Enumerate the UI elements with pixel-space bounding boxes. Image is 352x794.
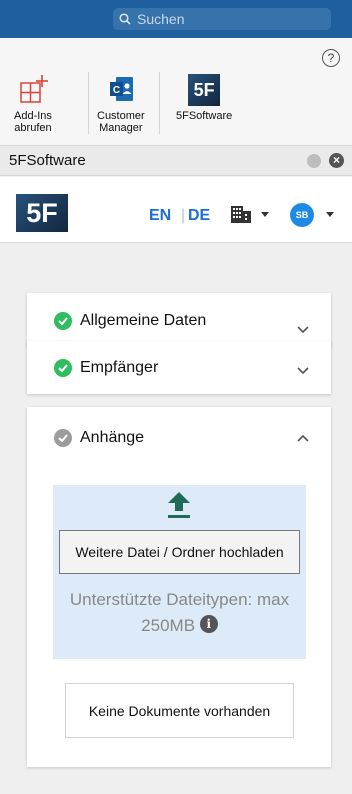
upload-icon bbox=[168, 492, 190, 518]
app-header: 5F EN | DE SB bbox=[0, 177, 352, 243]
customer-manager-label-1: Customer bbox=[97, 110, 145, 122]
pane-header: 5FSoftware × bbox=[0, 146, 352, 176]
info-icon[interactable]: i bbox=[199, 615, 218, 633]
section-title: Anhänge bbox=[80, 429, 145, 446]
check-circle-icon bbox=[54, 429, 72, 447]
supported-types-text: Unterstützte Dateitypen: max 250MB i bbox=[53, 587, 306, 639]
title-bar: Suchen bbox=[0, 0, 352, 38]
upload-dropzone[interactable]: Weitere Datei / Ordner hochladen Unterst… bbox=[53, 485, 306, 659]
upload-button[interactable]: Weitere Datei / Ordner hochladen bbox=[59, 530, 300, 574]
check-circle-icon bbox=[54, 358, 72, 377]
lang-separator: | bbox=[181, 207, 186, 224]
check-circle-icon bbox=[54, 311, 72, 330]
lang-de-link[interactable]: DE bbox=[188, 207, 210, 225]
help-icon[interactable]: ? bbox=[322, 49, 340, 67]
ribbon-separator bbox=[88, 72, 89, 134]
section-title: Allgemeine Daten bbox=[80, 311, 207, 329]
search-box[interactable]: Suchen bbox=[113, 8, 331, 30]
5fsoftware-label: 5FSoftware bbox=[176, 110, 233, 122]
chevron-down-icon bbox=[261, 212, 269, 217]
section-title: Empfänger bbox=[80, 358, 159, 376]
ribbon-separator bbox=[159, 72, 160, 134]
search-icon bbox=[119, 13, 131, 25]
section-header[interactable]: Anhänge bbox=[27, 407, 331, 469]
pin-icon[interactable] bbox=[307, 154, 321, 168]
chevron-down-icon bbox=[326, 212, 334, 217]
building-icon bbox=[231, 206, 251, 223]
section-empfaenger[interactable]: Empfänger bbox=[27, 341, 331, 394]
supported-types-line2: 250MB bbox=[141, 616, 196, 635]
add-ins-button[interactable]: Add-Ins abrufen bbox=[14, 74, 52, 134]
add-ins-icon bbox=[20, 75, 48, 103]
add-ins-label-2: abrufen bbox=[14, 122, 52, 134]
5fsoftware-button[interactable]: 5F 5FSoftware bbox=[176, 74, 232, 122]
supported-types-line1: Unterstützte Dateitypen: max bbox=[69, 590, 290, 609]
close-icon[interactable]: × bbox=[329, 153, 344, 168]
chevron-up-icon bbox=[297, 435, 309, 442]
customer-manager-icon: C bbox=[109, 77, 133, 101]
avatar: SB bbox=[290, 203, 314, 227]
no-documents-box: Keine Dokumente vorhanden bbox=[65, 683, 294, 738]
svg-text:C: C bbox=[113, 85, 120, 96]
app-logo: 5F bbox=[16, 194, 68, 232]
ribbon: ? Add-Ins abrufen C Customer Manager 5F … bbox=[0, 38, 352, 146]
section-allgemeine-daten[interactable]: Allgemeine Daten bbox=[27, 293, 331, 348]
add-ins-label-1: Add-Ins bbox=[14, 110, 52, 122]
lang-en-link[interactable]: EN bbox=[149, 207, 171, 225]
pane-title: 5FSoftware bbox=[9, 152, 86, 169]
5f-logo-icon: 5F bbox=[188, 74, 221, 106]
customer-manager-label-2: Manager bbox=[99, 122, 143, 134]
chevron-down-icon bbox=[297, 326, 309, 333]
search-placeholder: Suchen bbox=[137, 11, 185, 27]
chevron-down-icon bbox=[297, 367, 309, 374]
customer-manager-button[interactable]: C Customer Manager bbox=[97, 74, 145, 134]
section-anhaenge: Anhänge Weitere Datei / Ordner hochladen… bbox=[27, 407, 331, 767]
